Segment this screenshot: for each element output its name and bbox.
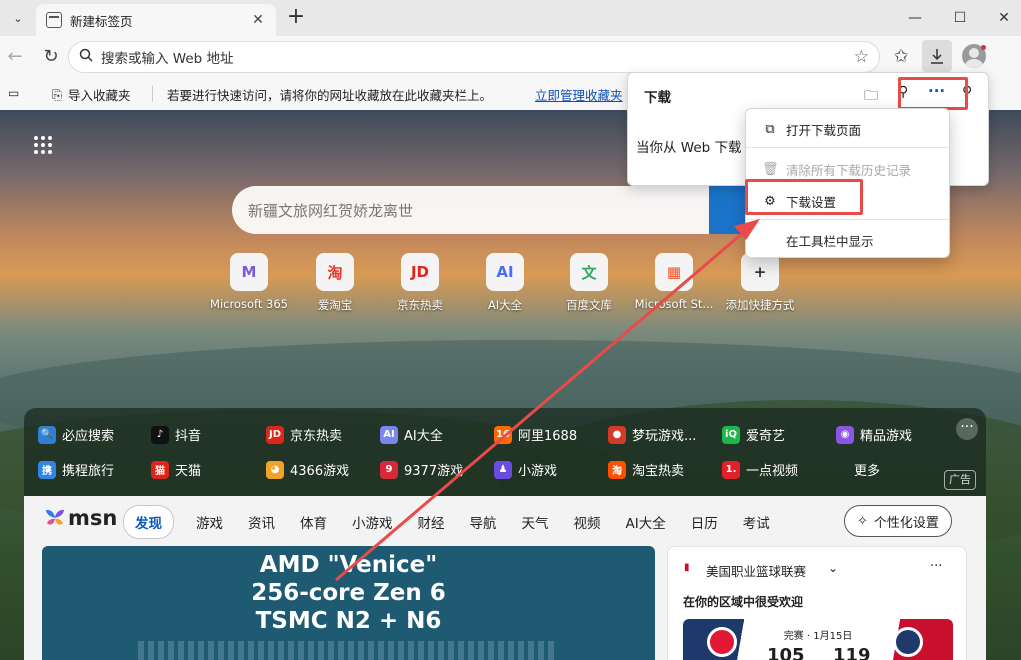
annotation-arrow (335, 219, 760, 582)
